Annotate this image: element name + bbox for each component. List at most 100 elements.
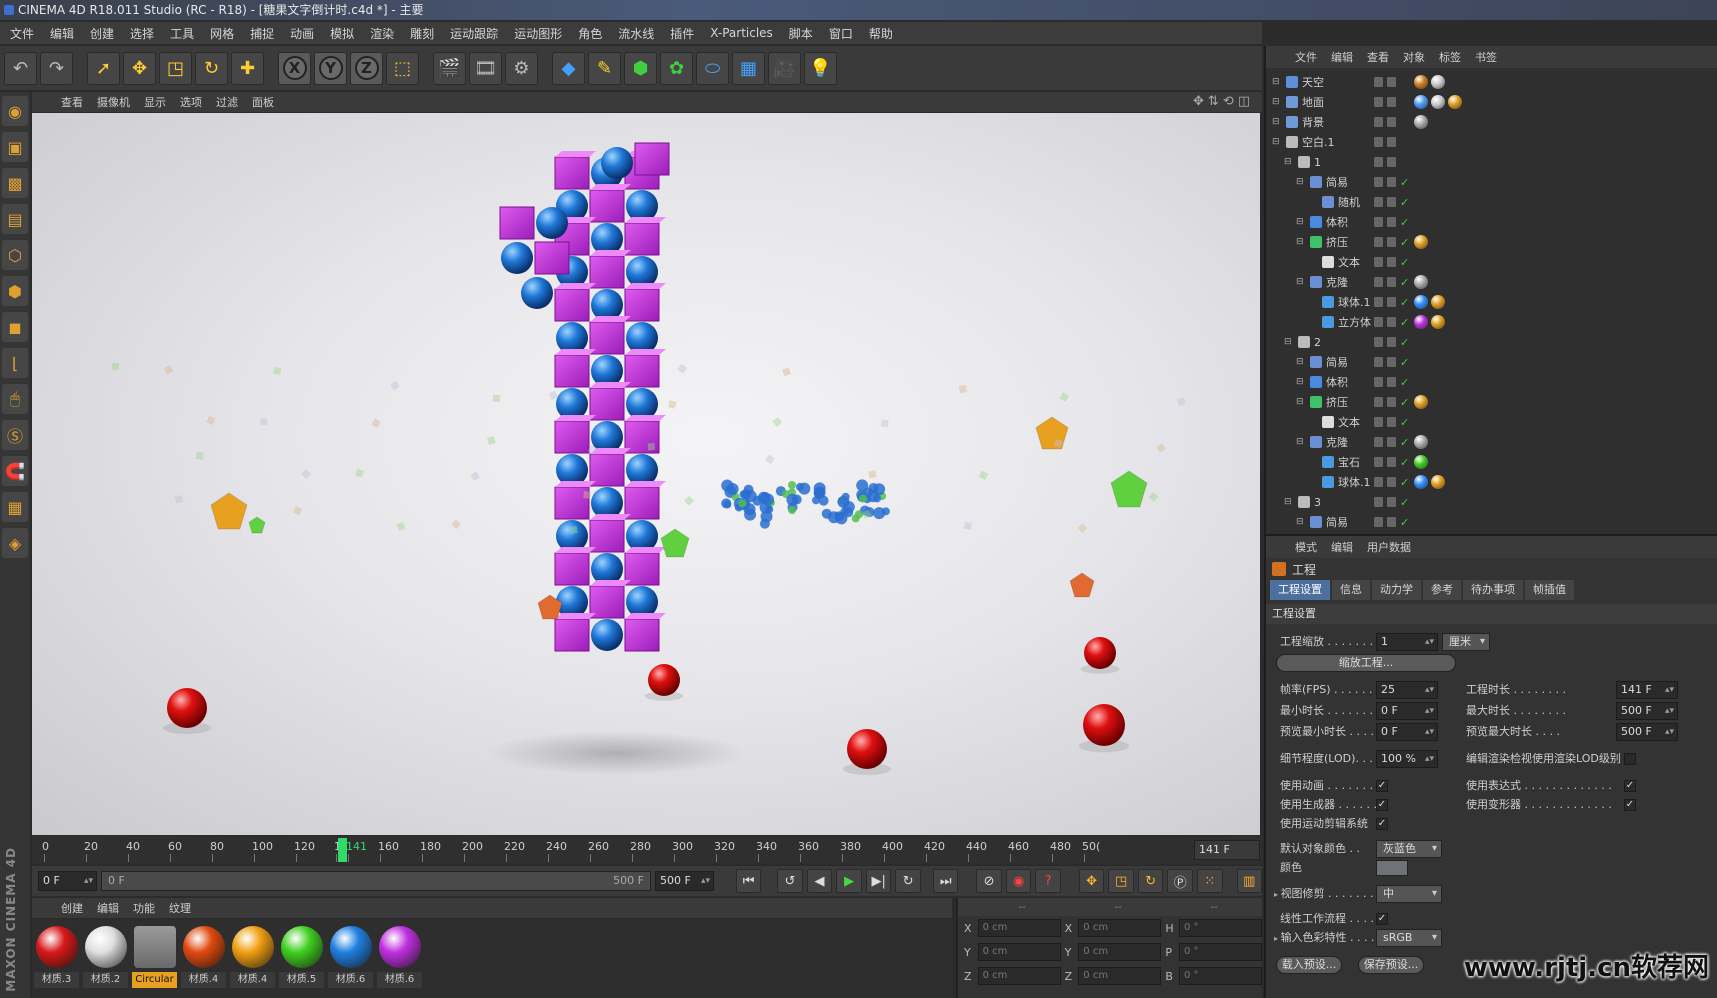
material-swatch[interactable]: 材质.2 — [83, 924, 128, 990]
render-visibility-icon[interactable] — [1387, 77, 1396, 87]
attribute-menu-item[interactable]: 用户数据 — [1360, 539, 1418, 555]
expand-toggle-icon[interactable]: ⊟ — [1272, 77, 1280, 87]
material-tag-icon[interactable] — [1448, 95, 1462, 109]
enabled-check-icon[interactable]: ✓ — [1400, 296, 1409, 309]
material-swatch[interactable]: 材质.5 — [279, 924, 324, 990]
render-visibility-icon[interactable] — [1387, 357, 1396, 367]
menu-item[interactable]: 捕捉 — [242, 25, 282, 42]
editor-visibility-icon[interactable] — [1374, 277, 1383, 287]
enabled-check-icon[interactable]: ✓ — [1400, 256, 1409, 269]
material-menu-item[interactable]: 纹理 — [162, 900, 198, 916]
menu-item[interactable]: 运动图形 — [506, 25, 570, 42]
viewport-menu-item[interactable]: 面板 — [245, 94, 281, 110]
editor-visibility-icon[interactable] — [1374, 417, 1383, 427]
enabled-check-icon[interactable]: ✓ — [1400, 436, 1409, 449]
x-axis-lock-button[interactable]: X — [278, 51, 311, 85]
material-swatch[interactable]: 材质.3 — [34, 924, 79, 990]
object-row[interactable]: 球体.1 ✓ — [1266, 472, 1717, 492]
expand-toggle-icon[interactable]: ⊟ — [1296, 377, 1304, 387]
object-row[interactable]: 立方体 ✓ — [1266, 312, 1717, 332]
expand-toggle-icon[interactable]: ⊟ — [1272, 97, 1280, 107]
cube-primitive-icon[interactable]: ◆ — [552, 51, 585, 85]
material-tag-icon[interactable] — [1414, 75, 1428, 89]
enabled-check-icon[interactable]: ✓ — [1400, 176, 1409, 189]
object-menu-item[interactable]: 标签 — [1432, 49, 1468, 65]
use-animation-checkbox[interactable]: ✓ — [1376, 780, 1388, 792]
enabled-check-icon[interactable]: ✓ — [1400, 396, 1409, 409]
object-row[interactable]: ⊟ 3 ✓ — [1266, 492, 1717, 512]
editor-visibility-icon[interactable] — [1374, 357, 1383, 367]
render-visibility-icon[interactable] — [1387, 417, 1396, 427]
object-row[interactable]: ⊟ 体积 ✓ — [1266, 212, 1717, 232]
visibility-flags[interactable] — [1374, 137, 1404, 147]
key-pla-icon[interactable]: ⁙ — [1197, 869, 1223, 893]
pen-spline-icon[interactable]: ✎ — [588, 51, 621, 85]
render-visibility-icon[interactable] — [1387, 317, 1396, 327]
viewport-menu-item[interactable]: 过滤 — [209, 94, 245, 110]
move-tool-icon[interactable]: ✥ — [123, 51, 156, 85]
texture-mode-icon[interactable]: ▩ — [2, 168, 28, 198]
floor-scene-icon[interactable]: ▦ — [732, 51, 765, 85]
render-visibility-icon[interactable] — [1387, 497, 1396, 507]
previous-key-button[interactable]: ↺ — [777, 869, 803, 893]
max-time-field[interactable]: 500 F ▴▾ — [1616, 702, 1678, 720]
key-rotation-icon[interactable]: ↻ — [1137, 869, 1164, 893]
object-row[interactable]: ⊟ 背景 — [1266, 112, 1717, 132]
render-visibility-icon[interactable] — [1387, 337, 1396, 347]
points-mode-icon[interactable]: ⬡ — [2, 240, 28, 270]
enabled-check-icon[interactable]: ✓ — [1400, 236, 1409, 249]
material-tag-icon[interactable] — [1414, 475, 1428, 489]
editor-visibility-icon[interactable] — [1374, 197, 1383, 207]
material-tag-icon[interactable] — [1431, 295, 1445, 309]
model-mode-icon[interactable]: ▣ — [2, 132, 28, 162]
render-visibility-icon[interactable] — [1387, 297, 1396, 307]
object-row[interactable]: ⊟ 空白.1 — [1266, 132, 1717, 152]
render-visibility-icon[interactable] — [1387, 97, 1396, 107]
render-visibility-icon[interactable] — [1387, 437, 1396, 447]
render-visibility-icon[interactable] — [1387, 457, 1396, 467]
render-visibility-icon[interactable] — [1387, 197, 1396, 207]
menu-item[interactable]: 渲染 — [362, 25, 402, 42]
z-axis-lock-button[interactable]: Z — [350, 51, 383, 85]
material-tag-icon[interactable] — [1414, 295, 1428, 309]
material-tag-icon[interactable] — [1431, 75, 1445, 89]
coord-value-field[interactable]: 0 cm — [977, 943, 1061, 961]
input-color-profile-dropdown[interactable]: sRGB — [1376, 929, 1442, 947]
render-lod-checkbox[interactable] — [1624, 753, 1636, 765]
next-frame-button[interactable]: ▶| — [865, 869, 892, 893]
linear-workflow-checkbox[interactable]: ✓ — [1376, 913, 1388, 925]
coord-value-field[interactable]: 0 cm — [977, 919, 1061, 937]
workplane-icon[interactable]: ▤ — [2, 204, 28, 234]
deformer-icon[interactable]: ⬭ — [696, 51, 729, 85]
view-clipping-dropdown[interactable]: 中 — [1376, 885, 1442, 903]
snap-icon[interactable]: Ⓢ — [2, 420, 28, 450]
viewport-menu-item[interactable]: 选项 — [173, 94, 209, 110]
enabled-check-icon[interactable]: ✓ — [1400, 356, 1409, 369]
previous-frame-button[interactable]: ◀ — [806, 869, 833, 893]
material-swatch[interactable]: 材质.6 — [328, 924, 373, 990]
tweak-mode-icon[interactable]: 🖱 — [2, 384, 28, 414]
editor-visibility-icon[interactable] — [1374, 377, 1383, 387]
menu-item[interactable]: 工具 — [162, 25, 202, 42]
object-menu-item[interactable]: 文件 — [1288, 49, 1324, 65]
enabled-check-icon[interactable]: ✓ — [1400, 336, 1409, 349]
attribute-tab[interactable]: 信息 — [1332, 580, 1370, 600]
autokey-disabled-icon[interactable]: ⊘ — [976, 869, 1002, 893]
object-row[interactable]: ⊟ 2 ✓ — [1266, 332, 1717, 352]
material-tag-icon[interactable] — [1431, 475, 1445, 489]
editor-visibility-icon[interactable] — [1374, 477, 1383, 487]
attribute-tab[interactable]: 工程设置 — [1270, 580, 1330, 600]
render-visibility-icon[interactable] — [1387, 217, 1396, 227]
expand-toggle-icon[interactable]: ⊟ — [1284, 497, 1292, 507]
render-visibility-icon[interactable] — [1387, 277, 1396, 287]
render-visibility-icon[interactable] — [1387, 237, 1396, 247]
material-tag-icon[interactable] — [1414, 115, 1428, 129]
enabled-check-icon[interactable]: ✓ — [1400, 316, 1409, 329]
visibility-flags[interactable] — [1374, 157, 1404, 167]
timeline-ruler[interactable]: 0204060801001201141160180200220240260280… — [32, 836, 1262, 864]
expand-toggle-icon[interactable]: ⊟ — [1296, 217, 1304, 227]
editor-visibility-icon[interactable] — [1374, 117, 1383, 127]
editor-visibility-icon[interactable] — [1374, 437, 1383, 447]
attribute-menu-item[interactable]: 编辑 — [1324, 539, 1360, 555]
expand-toggle-icon[interactable]: ⊟ — [1296, 517, 1304, 527]
